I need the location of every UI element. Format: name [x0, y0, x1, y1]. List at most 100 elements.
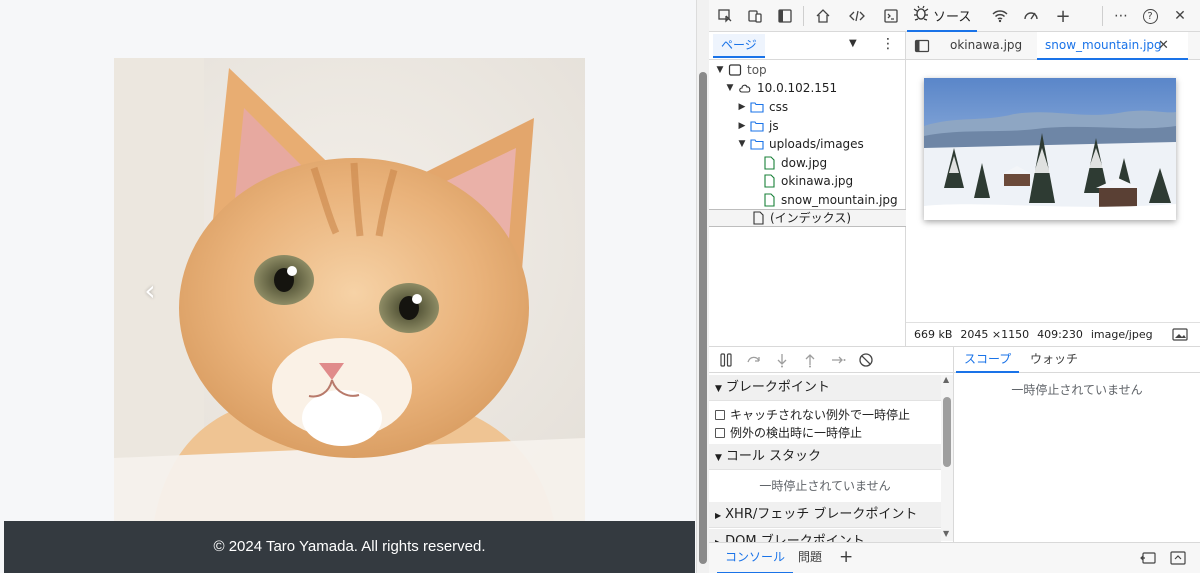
- tree-item-okinawa[interactable]: okinawa.jpg: [709, 172, 853, 190]
- editor-tabs: okinawa.jpg snow_mountain.jpg ✕: [906, 32, 1200, 60]
- debugger-sidebar: ▼ ブレークポイント キャッチされない例外で一時停止 例外の検出時に一時停止 ▼ コ…: [709, 346, 954, 542]
- performance-icon[interactable]: [1019, 4, 1043, 28]
- web-page: ‹ © 2024 Taro Yamada. All rights reserve…: [0, 0, 697, 573]
- cat-photo-icon: [114, 58, 585, 521]
- expanded-triangle-icon: ▼: [715, 453, 722, 463]
- tree-item-host[interactable]: ▼ 10.0.102.151: [709, 79, 838, 97]
- tree-item-label: 10.0.102.151: [757, 81, 838, 95]
- call-stack-empty: 一時停止されていません: [759, 479, 891, 493]
- tree-item-js[interactable]: ▶ js: [709, 117, 779, 135]
- debugger-scrollbar[interactable]: ▲ ▼: [941, 375, 953, 541]
- pause-icon[interactable]: [715, 349, 737, 371]
- step-out-icon[interactable]: [799, 349, 821, 371]
- snow-mountain-photo-icon: [924, 78, 1176, 220]
- tab-watch[interactable]: ウォッチ: [1022, 347, 1086, 373]
- tree-item-label: dow.jpg: [781, 156, 828, 170]
- close-icon[interactable]: ✕: [1168, 4, 1192, 28]
- console-icon[interactable]: [879, 4, 903, 28]
- scroll-up-icon[interactable]: ▲: [943, 375, 949, 384]
- tree-item-label: css: [769, 100, 789, 114]
- chevron-down-icon[interactable]: ▼: [849, 38, 857, 49]
- carousel-prev-button[interactable]: ‹: [138, 274, 162, 308]
- tab-page[interactable]: ページ: [713, 34, 765, 58]
- breakpoints-title: ブレークポイント: [725, 380, 830, 395]
- breakpoints-section-header[interactable]: ▼ ブレークポイント: [709, 375, 941, 401]
- pause-uncaught-checkbox[interactable]: [715, 410, 725, 420]
- page-scrollbar[interactable]: [697, 0, 709, 573]
- sources-bug-icon: [913, 5, 929, 25]
- scope-watch-pane: スコープ ウォッチ 一時停止されていません: [954, 346, 1200, 542]
- close-tab-icon[interactable]: ✕: [1158, 38, 1169, 53]
- site-footer: © 2024 Taro Yamada. All rights reserved.: [4, 521, 695, 573]
- step-icon[interactable]: [827, 349, 849, 371]
- page-scrollbar-thumb[interactable]: [699, 72, 707, 564]
- folder-icon: [750, 119, 764, 133]
- devtools-toolbar: ソース + ⋯ ? ✕: [709, 0, 1200, 32]
- tree-item-dow[interactable]: dow.jpg: [709, 154, 827, 172]
- scroll-down-icon[interactable]: ▼: [943, 529, 949, 538]
- step-into-icon[interactable]: [771, 349, 793, 371]
- tab-scope[interactable]: スコープ: [956, 347, 1020, 373]
- pause-uncaught-label: キャッチされない例外で一時停止: [730, 408, 911, 422]
- step-over-icon[interactable]: [743, 349, 765, 371]
- expanded-triangle-icon: ▼: [738, 139, 746, 149]
- help-icon[interactable]: ?: [1138, 4, 1162, 28]
- elements-icon[interactable]: [845, 4, 869, 28]
- image-info-bar: 669 kB 2045 ×1150 409:230 image/jpeg: [906, 322, 1200, 346]
- image-mime-type: image/jpeg: [1090, 328, 1153, 341]
- help-glyph: ?: [1142, 8, 1158, 24]
- deactivate-breakpoints-icon[interactable]: [855, 349, 877, 371]
- editor-tab-label: snow_mountain.jpg: [1045, 38, 1162, 52]
- xhr-breakpoints-section-header[interactable]: ▶ XHR/フェッチ ブレークポイント: [709, 502, 941, 528]
- toggle-navigator-icon[interactable]: [914, 38, 930, 57]
- tab-sources[interactable]: ソース: [907, 0, 978, 32]
- drawer-dock-icon[interactable]: [1140, 551, 1156, 568]
- scope-tabs: スコープ ウォッチ: [954, 347, 1200, 373]
- collapsed-triangle-icon: ▶: [738, 102, 746, 112]
- pause-caught-checkbox[interactable]: [715, 428, 725, 438]
- drawer-tab-issues[interactable]: 問題: [790, 543, 830, 573]
- tree-item-css[interactable]: ▶ css: [709, 98, 789, 116]
- image-dimensions: 2045 ×1150: [960, 328, 1030, 341]
- tree-item-index[interactable]: (インデックス): [709, 209, 906, 227]
- pause-uncaught-row[interactable]: キャッチされない例外で一時停止: [715, 407, 910, 423]
- tree-item-top[interactable]: ▼ top: [709, 61, 767, 79]
- call-stack-section-header[interactable]: ▼ コール スタック: [709, 444, 941, 470]
- debugger-scrollbar-thumb[interactable]: [943, 397, 951, 467]
- debugger-toolbar: [709, 347, 953, 373]
- xhr-breakpoints-title: XHR/フェッチ ブレークポイント: [725, 507, 918, 522]
- pause-caught-row[interactable]: 例外の検出時に一時停止: [715, 425, 862, 441]
- tree-item-snow-mountain[interactable]: snow_mountain.jpg: [709, 191, 898, 209]
- collapsed-triangle-icon: ▶: [738, 121, 746, 131]
- tree-item-uploads[interactable]: ▼ uploads/images: [709, 135, 864, 153]
- call-stack-title: コール スタック: [725, 449, 822, 464]
- tree-item-label: okinawa.jpg: [781, 174, 854, 188]
- tab-sources-label: ソース: [933, 9, 972, 25]
- add-tab-icon[interactable]: +: [1051, 4, 1075, 28]
- drawer-tab-console[interactable]: コンソール: [717, 543, 794, 573]
- source-editor: okinawa.jpg snow_mountain.jpg ✕ 669 kB 2…: [906, 32, 1200, 346]
- more-icon[interactable]: ⋯: [1109, 4, 1133, 28]
- scope-empty: 一時停止されていません: [1011, 383, 1143, 397]
- image-file-icon: [762, 156, 776, 170]
- tree-item-label: snow_mountain.jpg: [781, 193, 898, 207]
- home-icon[interactable]: [811, 4, 835, 28]
- frame-icon: [728, 63, 742, 77]
- tree-item-label: top: [747, 63, 767, 77]
- file-navigator: ページ ▼ ⋮ ▼ top ▼ 10.0.102.151 ▶ css ▶ js …: [709, 32, 906, 346]
- dom-breakpoints-title: DOM ブレークポイント: [725, 534, 865, 542]
- navigator-more-icon[interactable]: ⋮: [881, 36, 895, 52]
- cloud-icon: [738, 81, 752, 95]
- expanded-triangle-icon: ▼: [716, 65, 724, 75]
- network-wifi-icon[interactable]: [988, 4, 1012, 28]
- tree-item-label: js: [769, 119, 779, 133]
- inspect-icon[interactable]: [713, 4, 737, 28]
- dom-breakpoints-section-header[interactable]: ▶DOM ブレークポイント: [709, 529, 941, 542]
- expanded-triangle-icon: ▼: [715, 384, 722, 394]
- drawer-expand-icon[interactable]: [1170, 551, 1186, 568]
- drawer-add-icon[interactable]: +: [835, 543, 857, 573]
- editor-tab-okinawa[interactable]: okinawa.jpg: [942, 32, 1030, 60]
- device-toolbar-icon[interactable]: [743, 4, 767, 28]
- dock-icon[interactable]: [773, 4, 797, 28]
- image-view-icon[interactable]: [1172, 328, 1188, 345]
